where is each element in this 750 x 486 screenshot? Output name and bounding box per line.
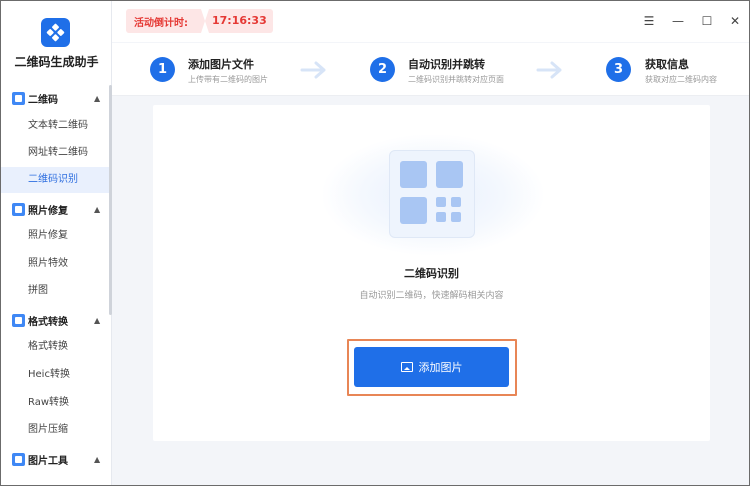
image-tools-group-icon [12, 452, 25, 466]
step-2-subtitle: 二维码识别并跳转对应页面 [408, 75, 504, 84]
sidebar-group-label: 格式转换 [28, 316, 68, 328]
panel-title: 二维码识别 [404, 267, 459, 280]
arrow-right-icon [536, 61, 562, 79]
step-1-title: 添加图片文件 [188, 58, 254, 71]
sidebar-item-collage[interactable]: 拼图 [1, 278, 109, 304]
panel-description: 自动识别二维码，快速解码相关内容 [359, 291, 504, 301]
countdown-divider [201, 9, 209, 33]
close-icon[interactable]: ✕ [727, 13, 743, 29]
app-window: 二维码生成助手 二维码 ▲ 文本转二维码 网址转二维码 二维码识别 照片修复 ▲… [0, 0, 750, 486]
sidebar-item-format-convert[interactable]: 格式转换 [1, 334, 109, 360]
qr-code-icon [389, 150, 475, 238]
sidebar-group-label: 二维码 [28, 94, 58, 106]
qr-diamond-icon [46, 23, 65, 42]
countdown-label: 活动倒计时: [134, 18, 188, 29]
image-icon [400, 362, 413, 372]
sidebar-group-format-convert[interactable]: 格式转换 ▲ [1, 309, 109, 331]
step-2-title: 自动识别并跳转 [408, 58, 485, 71]
sidebar-group-photo-repair[interactable]: 照片修复 ▲ [1, 198, 109, 220]
sidebar-item-photo-repair[interactable]: 照片修复 [1, 223, 109, 249]
sidebar-scrollbar[interactable] [109, 85, 112, 315]
step-3-title: 获取信息 [645, 58, 689, 71]
chevron-up-icon: ▲ [94, 454, 101, 464]
sidebar-item-qr-recognize[interactable]: 二维码识别 [1, 167, 109, 193]
sidebar-group-qrcode[interactable]: 二维码 ▲ [1, 87, 109, 109]
qrcode-group-icon [12, 91, 25, 105]
sidebar-item-text-to-qr[interactable]: 文本转二维码 [1, 113, 109, 139]
title-bar: 活动倒计时: 17:16:33 ☰ — ☐ ✕ [112, 1, 749, 42]
menu-icon[interactable]: ☰ [641, 13, 657, 29]
sidebar-item-image-compress[interactable]: 图片压缩 [1, 417, 109, 443]
sidebar: 二维码生成助手 二维码 ▲ 文本转二维码 网址转二维码 二维码识别 照片修复 ▲… [1, 1, 112, 485]
sidebar-group-image-tools[interactable]: 图片工具 ▲ [1, 448, 109, 470]
qr-recognize-panel: 二维码识别 自动识别二维码，快速解码相关内容 添加图片 [153, 105, 710, 441]
photo-repair-group-icon [12, 202, 25, 216]
app-logo [41, 18, 70, 47]
minimize-icon[interactable]: — [670, 13, 686, 29]
sidebar-item-heic-convert[interactable]: Heic转换 [1, 362, 109, 388]
format-convert-group-icon [12, 313, 25, 327]
steps-bar: 1 添加图片文件 上传带有二维码的图片 2 自动识别并跳转 二维码识别并跳转对应… [112, 43, 749, 96]
add-image-button[interactable]: 添加图片 [354, 347, 509, 387]
countdown-time: 17:16:33 [212, 14, 267, 27]
chevron-up-icon: ▲ [94, 204, 101, 214]
sidebar-group-label: 照片修复 [28, 205, 68, 217]
chevron-up-icon: ▲ [94, 315, 101, 325]
countdown-badge: 活动倒计时: 17:16:33 [126, 9, 273, 33]
add-image-label: 添加图片 [418, 361, 463, 374]
sidebar-item-url-to-qr[interactable]: 网址转二维码 [1, 140, 109, 166]
step-1-number: 1 [150, 57, 175, 82]
sidebar-item-raw-convert[interactable]: Raw转换 [1, 390, 109, 416]
step-2-number: 2 [370, 57, 395, 82]
arrow-right-icon [300, 61, 326, 79]
sidebar-item-photo-effects[interactable]: 照片特效 [1, 251, 109, 277]
sidebar-group-label: 图片工具 [28, 455, 68, 467]
maximize-icon[interactable]: ☐ [699, 13, 715, 29]
step-3-subtitle: 获取对应二维码内容 [645, 75, 717, 84]
step-3-number: 3 [606, 57, 631, 82]
app-name: 二维码生成助手 [14, 55, 99, 69]
step-1-subtitle: 上传带有二维码的图片 [188, 75, 268, 84]
chevron-up-icon: ▲ [94, 93, 101, 103]
